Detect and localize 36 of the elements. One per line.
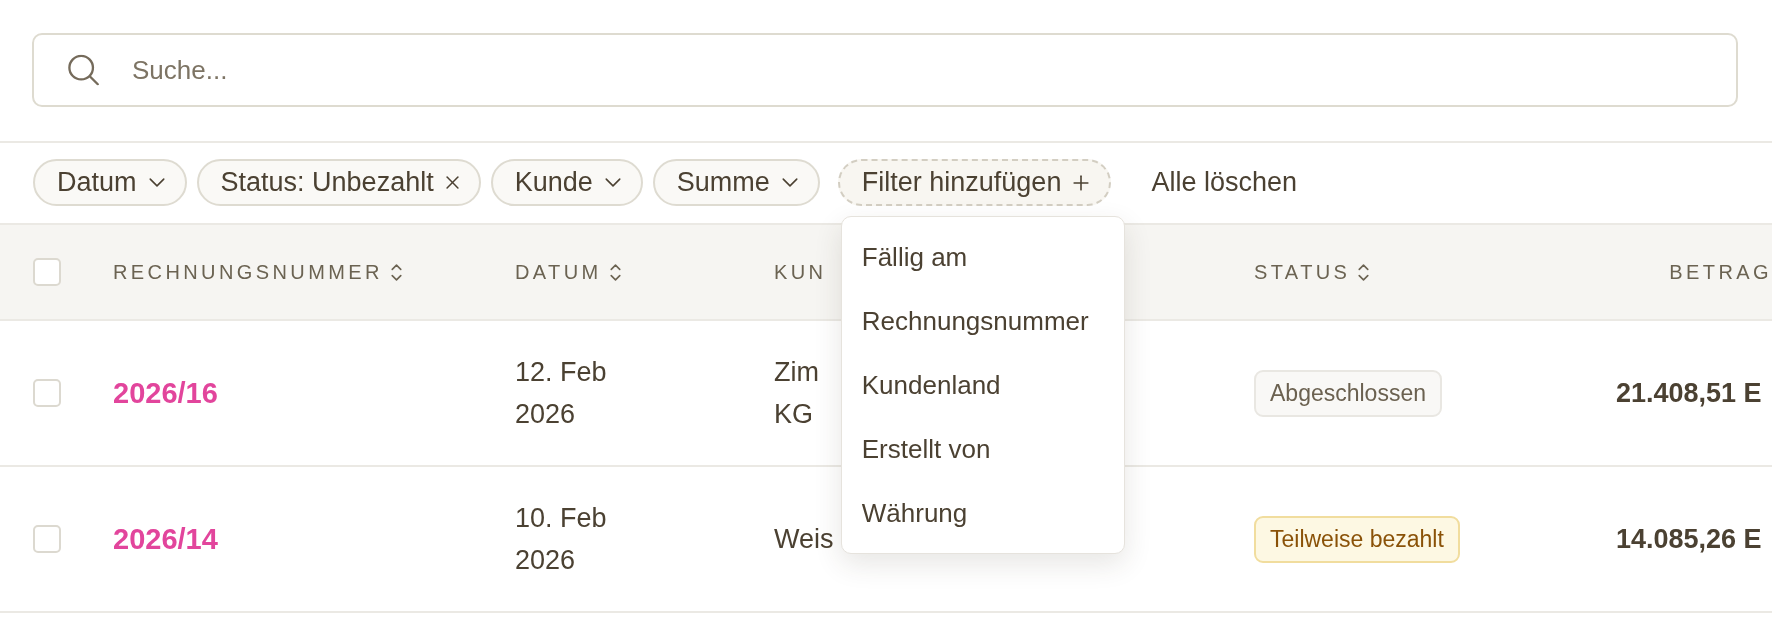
status-badge: Abgeschlossen <box>1254 369 1442 417</box>
status-badge: Teilweise bezahlt <box>1254 515 1460 563</box>
chevron-down-icon <box>781 178 798 187</box>
customer-name: Zim KG <box>774 356 819 431</box>
checkbox[interactable] <box>33 379 61 407</box>
column-header: BETRAG <box>1669 260 1772 284</box>
invoice-number-link[interactable]: 2026/16 <box>113 376 218 410</box>
filter-chip[interactable]: Summe <box>652 159 820 206</box>
filter-chip[interactable]: Status: Unbezahlt <box>196 159 481 206</box>
search-field[interactable]: Suche... <box>32 33 1738 107</box>
filter-chip[interactable]: Kunde <box>490 159 643 206</box>
filter-chip[interactable]: Datum <box>33 159 187 206</box>
chevron-down-icon <box>148 178 165 187</box>
customer-name: Weis <box>774 523 834 556</box>
menu-item[interactable]: Währung <box>841 481 1124 545</box>
menu-item[interactable]: Rechnungsnummer <box>841 289 1124 353</box>
checkbox[interactable] <box>33 525 61 553</box>
invoice-date: 10. Feb 2026 <box>515 502 608 577</box>
menu-item[interactable]: Kundenland <box>841 353 1124 417</box>
amount: 21.408,51 E <box>1616 377 1762 409</box>
amount: 14.085,26 E <box>1616 523 1762 555</box>
column-header[interactable]: RECHNUNGSNUMMER <box>113 260 383 284</box>
search-icon <box>68 54 99 86</box>
close-icon[interactable] <box>445 176 459 189</box>
invoice-date: 12. Feb 2026 <box>515 356 608 431</box>
clear-all-button[interactable]: Alle löschen <box>1145 167 1303 198</box>
column-header: KUN <box>774 260 827 284</box>
add-filter-button[interactable]: Filter hinzufügen <box>837 159 1112 206</box>
menu-item[interactable]: Fällig am <box>841 225 1124 289</box>
menu-item[interactable]: Erstellt von <box>841 417 1124 481</box>
invoice-number-link[interactable]: 2026/14 <box>113 522 218 556</box>
chevron-down-icon <box>604 178 621 187</box>
checkbox[interactable] <box>33 258 61 286</box>
column-header[interactable]: STATUS <box>1254 260 1351 284</box>
plus-icon <box>1073 174 1090 191</box>
column-header[interactable]: DATUM <box>515 260 602 284</box>
